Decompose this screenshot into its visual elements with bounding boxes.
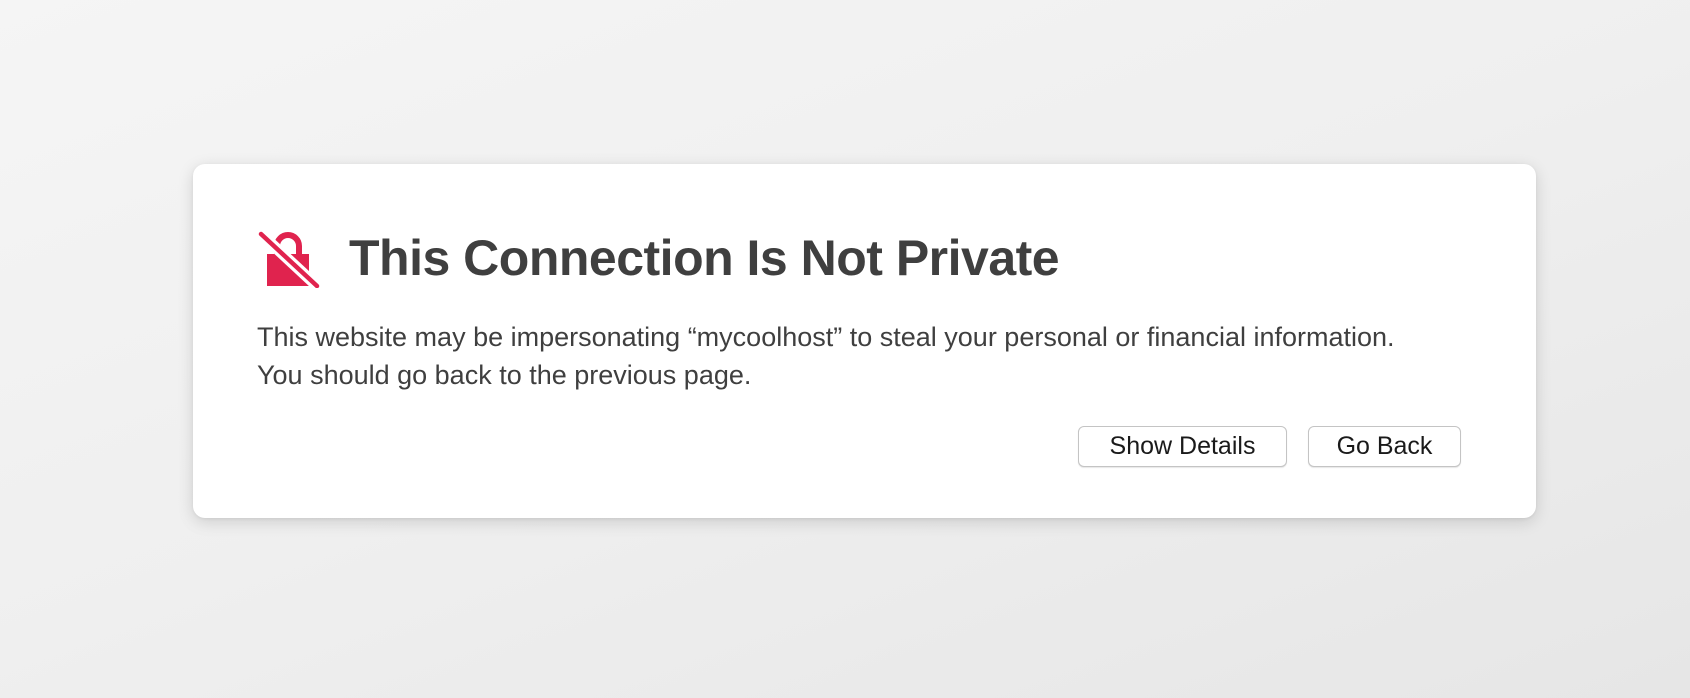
dialog-message: This website may be impersonating “mycoo…	[257, 322, 1395, 390]
show-details-button[interactable]: Show Details	[1078, 426, 1287, 467]
go-back-button[interactable]: Go Back	[1308, 426, 1461, 467]
dialog-header: This Connection Is Not Private	[257, 228, 1060, 288]
dialog-buttons: Show Details Go Back	[1078, 426, 1461, 467]
warning-dialog: This Connection Is Not Private This webs…	[193, 164, 1536, 518]
broken-lock-icon	[257, 229, 321, 288]
dialog-title: This Connection Is Not Private	[349, 230, 1060, 286]
